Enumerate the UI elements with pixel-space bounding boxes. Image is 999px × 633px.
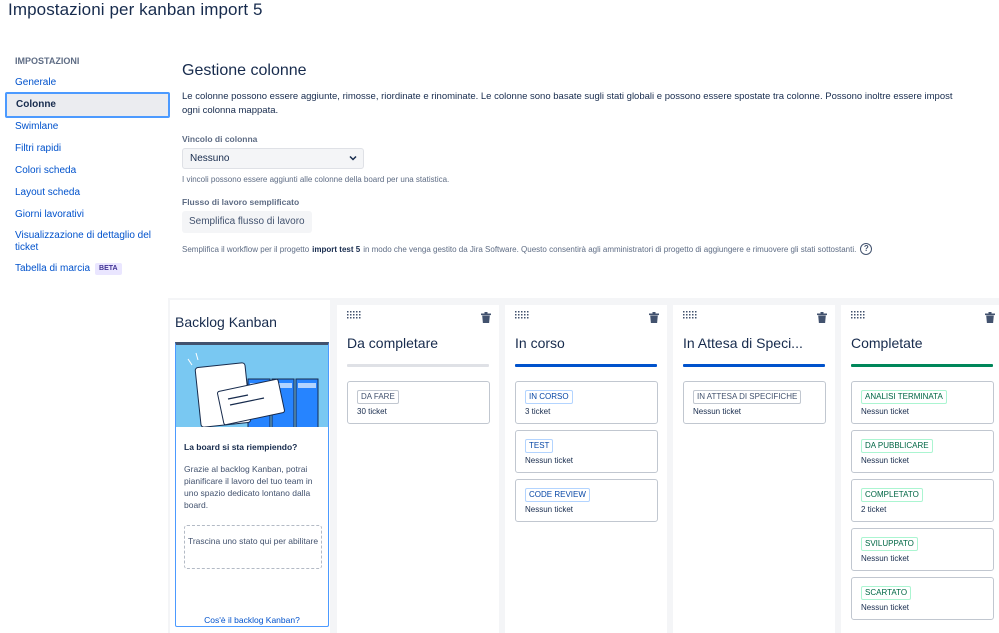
sidebar-item-colonne[interactable]: Colonne <box>5 92 170 118</box>
ticket-count: Nessun ticket <box>525 456 574 465</box>
constraint-value: Nessuno <box>190 153 230 164</box>
page-title: Impostazioni per kanban import 5 <box>8 0 263 19</box>
status-card[interactable]: ANALISI TERMINATA Nessun ticket <box>851 381 994 424</box>
trash-icon[interactable] <box>649 312 659 323</box>
constraint-helper: I vincoli possono essere aggiunti alle c… <box>182 175 450 184</box>
status-card[interactable]: DA FARE 30 ticket <box>347 381 490 424</box>
workflow-helper-after: in modo che venga gestito da Jira Softwa… <box>363 244 857 254</box>
ticket-count: Nessun ticket <box>693 407 742 416</box>
sidebar-item-tabella-di-marcia[interactable]: Tabella di marcia BETA <box>0 258 172 280</box>
workflow-label: Flusso di lavoro semplificato <box>182 197 300 207</box>
status-card[interactable]: SCARTATO Nessun ticket <box>851 577 994 620</box>
drag-handle-icon[interactable] <box>347 311 361 319</box>
sidebar-item-giorni-lavorativi[interactable]: Giorni lavorativi <box>0 204 172 226</box>
backlog-column: Backlog Kanban La board si sta riempiend… <box>170 300 330 633</box>
main-content: Gestione colonne Le colonne possono esse… <box>182 62 999 255</box>
sidebar-item-generale[interactable]: Generale <box>0 72 172 94</box>
column-category-bar <box>347 364 489 367</box>
status-lozenge: ANALISI TERMINATA <box>861 390 947 404</box>
status-lozenge: SCARTATO <box>861 586 912 600</box>
question-circle-icon[interactable]: ? <box>860 243 873 255</box>
status-lozenge: DA FARE <box>357 390 399 404</box>
status-lozenge: IN ATTESA DI SPECIFICHE <box>693 390 802 404</box>
sidebar-item-label: Tabella di marcia <box>15 263 91 274</box>
sidebar-heading: IMPOSTAZIONI <box>15 56 80 66</box>
board-column[interactable]: In corso IN CORSO 3 ticket TEST Nessun ticke… <box>505 305 667 633</box>
status-lozenge: TEST <box>525 439 554 453</box>
ticket-count: 2 ticket <box>861 505 887 514</box>
column-title[interactable]: In Attesa di Speci... <box>683 335 825 351</box>
status-card[interactable]: SVILUPPATO Nessun ticket <box>851 528 994 571</box>
status-card[interactable]: IN ATTESA DI SPECIFICHE Nessun ticket <box>683 381 826 424</box>
status-card[interactable]: DA PUBBLICARE Nessun ticket <box>851 430 994 473</box>
workflow-helper: Semplifica il workflow per il progetto i… <box>182 243 999 255</box>
workflow-helper-before: Semplifica il workflow per il progetto <box>182 244 310 254</box>
board-column[interactable]: Completate ANALISI TERMINATA Nessun ticket… <box>841 305 999 633</box>
status-card[interactable]: TEST Nessun ticket <box>515 430 658 473</box>
backlog-help-link[interactable]: Cos'è il backlog Kanban? <box>176 615 328 625</box>
status-lozenge: CODE REVIEW <box>525 488 590 502</box>
column-title[interactable]: Completate <box>851 335 993 351</box>
trash-icon[interactable] <box>985 312 995 323</box>
simplify-workflow-button[interactable]: Semplifica flusso di lavoro <box>182 211 312 233</box>
beta-badge: BETA <box>95 263 122 275</box>
ticket-count: Nessun ticket <box>861 456 910 465</box>
status-lozenge: COMPLETATO <box>861 488 923 502</box>
backlog-title: Backlog Kanban <box>175 314 277 330</box>
column-title[interactable]: In corso <box>515 335 657 351</box>
sidebar-item-swimlane[interactable]: Swimlane <box>0 116 172 138</box>
sidebar-item-filtri-rapidi[interactable]: Filtri rapidi <box>0 138 172 160</box>
ticket-count: 3 ticket <box>525 407 551 416</box>
backlog-illustration <box>176 345 328 427</box>
board-column[interactable]: In Attesa di Speci... IN ATTESA DI SPECIF… <box>673 305 835 633</box>
drag-handle-icon[interactable] <box>851 311 865 319</box>
column-category-bar <box>851 364 993 367</box>
chevron-down-icon <box>349 155 357 161</box>
description-line-1: Le colonne possono essere aggiunte, rimo… <box>182 91 953 102</box>
column-category-bar <box>683 364 825 367</box>
ticket-count: Nessun ticket <box>861 407 910 416</box>
workflow-helper-project: import test 5 <box>312 244 361 254</box>
board-column[interactable]: Da completare DA FARE 30 ticket <box>337 305 499 633</box>
backlog-dropzone[interactable]: Trascina uno stato qui per abilitare <box>184 525 322 569</box>
column-board: Backlog Kanban La board si sta riempiend… <box>168 298 999 633</box>
status-card[interactable]: CODE REVIEW Nessun ticket <box>515 479 658 522</box>
column-title[interactable]: Da completare <box>347 335 489 351</box>
sidebar-item-colori-scheda[interactable]: Colori scheda <box>0 160 172 182</box>
settings-sidebar: IMPOSTAZIONI Generale Colonne Swimlane F… <box>0 50 172 280</box>
sidebar-item-layout-scheda[interactable]: Layout scheda <box>0 182 172 204</box>
drag-handle-icon[interactable] <box>515 311 529 319</box>
column-category-bar <box>515 364 657 367</box>
columns-description: Le colonne possono essere aggiunte, rimo… <box>182 90 999 118</box>
sidebar-item-visualizzazione-dettaglio[interactable]: Visualizzazione di dettaglio del ticket <box>0 226 172 258</box>
section-heading: Gestione colonne <box>182 62 307 79</box>
backlog-dropbox: La board si sta riempiendo? Grazie al ba… <box>175 342 329 627</box>
status-lozenge: IN CORSO <box>525 390 573 404</box>
drag-handle-icon[interactable] <box>683 311 697 319</box>
ticket-count: 30 ticket <box>357 407 387 416</box>
trash-icon[interactable] <box>481 312 491 323</box>
column-constraint-select[interactable]: Nessuno <box>182 148 364 169</box>
backlog-question: La board si sta riempiendo? <box>184 442 298 452</box>
constraint-label: Vincolo di colonna <box>182 134 258 144</box>
status-lozenge: DA PUBBLICARE <box>861 439 933 453</box>
ticket-count: Nessun ticket <box>525 505 574 514</box>
ticket-count: Nessun ticket <box>861 603 910 612</box>
ticket-count: Nessun ticket <box>861 554 910 563</box>
board-illustration-icon <box>176 345 328 427</box>
status-card[interactable]: IN CORSO 3 ticket <box>515 381 658 424</box>
backlog-text: Grazie al backlog Kanban, potrai pianifi… <box>184 464 313 510</box>
trash-icon[interactable] <box>817 312 827 323</box>
status-lozenge: SVILUPPATO <box>861 537 918 551</box>
description-line-2: ogni colonna mappata. <box>182 105 279 116</box>
status-card[interactable]: COMPLETATO 2 ticket <box>851 479 994 522</box>
